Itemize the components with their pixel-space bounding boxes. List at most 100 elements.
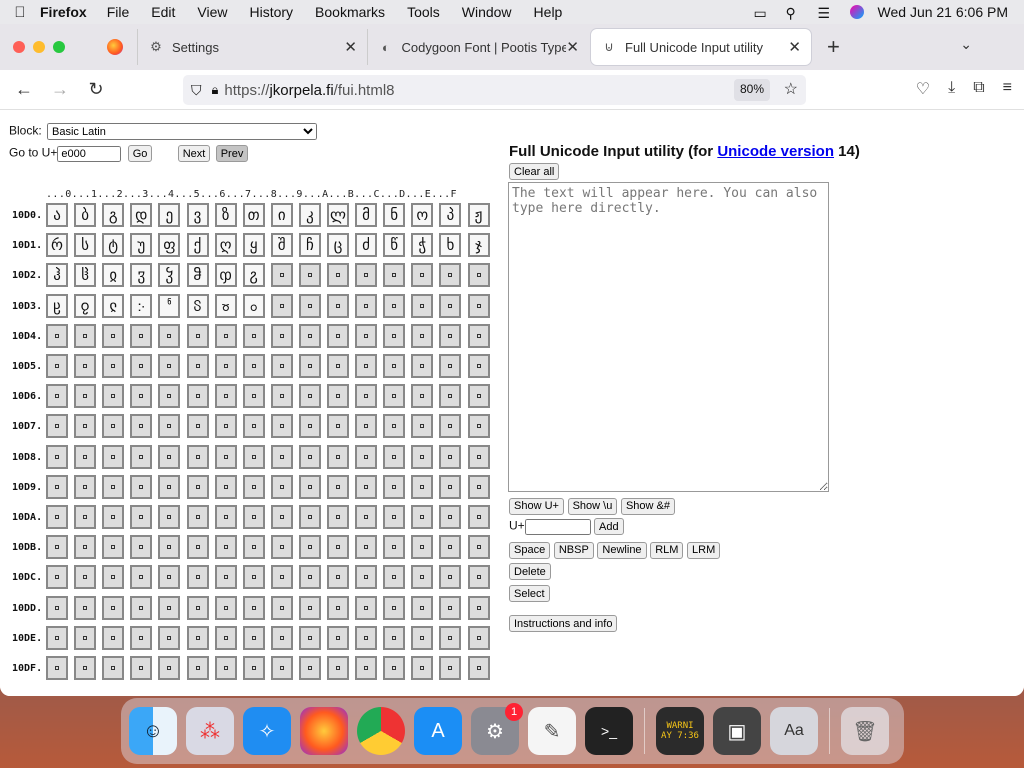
char-cell[interactable]: თ: [242, 203, 265, 227]
char-cell[interactable]: ჿ: [242, 293, 265, 318]
char-cell[interactable]: [355, 354, 378, 378]
char-cell[interactable]: [270, 384, 293, 409]
text-output-area[interactable]: [508, 182, 829, 492]
menu-edit[interactable]: Edit: [151, 4, 175, 20]
char-cell[interactable]: [214, 444, 237, 469]
char-cell[interactable]: [383, 656, 406, 680]
char-cell[interactable]: [411, 595, 434, 620]
char-cell[interactable]: [242, 384, 265, 409]
char-cell[interactable]: ჟ: [467, 203, 490, 227]
char-cell[interactable]: [158, 535, 181, 560]
char-cell[interactable]: [327, 625, 349, 650]
char-cell[interactable]: [242, 354, 265, 378]
goto-input[interactable]: [57, 145, 122, 162]
char-cell[interactable]: ჻: [130, 293, 153, 318]
char-cell[interactable]: [46, 595, 68, 620]
char-cell[interactable]: ძ: [355, 233, 378, 258]
trash-icon[interactable]: 🗑︎: [841, 707, 889, 755]
char-cell[interactable]: [298, 535, 321, 560]
char-cell[interactable]: [411, 444, 434, 469]
char-cell[interactable]: [270, 625, 293, 650]
char-cell[interactable]: [298, 414, 321, 439]
char-cell[interactable]: [214, 323, 237, 348]
char-cell[interactable]: [214, 474, 237, 499]
screenshot-icon[interactable]: ▣: [713, 707, 761, 755]
char-cell[interactable]: [411, 505, 434, 529]
char-cell[interactable]: [383, 625, 406, 650]
char-cell[interactable]: [439, 625, 462, 650]
show-uplus-button[interactable]: Show U+: [509, 497, 564, 515]
char-cell[interactable]: [46, 323, 68, 348]
char-cell[interactable]: [439, 535, 462, 560]
char-cell[interactable]: [242, 625, 265, 650]
char-cell[interactable]: ჴ: [158, 263, 181, 288]
char-cell[interactable]: [270, 293, 293, 318]
char-cell[interactable]: [439, 293, 462, 318]
lrm-button[interactable]: LRM: [687, 541, 721, 559]
char-cell[interactable]: [130, 323, 153, 348]
char-cell[interactable]: [411, 565, 434, 590]
char-cell[interactable]: წ: [383, 233, 406, 258]
char-cell[interactable]: [411, 293, 434, 318]
char-cell[interactable]: ზ: [214, 203, 237, 227]
show-entity-button[interactable]: Show &#: [620, 497, 675, 515]
char-cell[interactable]: [102, 474, 125, 499]
menu-tools[interactable]: Tools: [407, 4, 440, 20]
chrome-icon[interactable]: [357, 707, 405, 755]
char-cell[interactable]: [355, 595, 378, 620]
char-cell[interactable]: ჶ: [214, 263, 237, 288]
app-menu[interactable]: Firefox: [40, 4, 87, 20]
char-cell[interactable]: [74, 414, 97, 439]
char-cell[interactable]: [158, 565, 181, 590]
char-cell[interactable]: ქ: [186, 233, 209, 258]
char-cell[interactable]: ჹ: [74, 293, 97, 318]
char-cell[interactable]: [467, 263, 490, 288]
char-cell[interactable]: [327, 535, 349, 560]
show-backslash-u-button[interactable]: Show \u: [567, 497, 618, 515]
char-cell[interactable]: დ: [130, 203, 153, 227]
char-cell[interactable]: [46, 505, 68, 529]
char-cell[interactable]: [74, 444, 97, 469]
space-button[interactable]: Space: [509, 541, 551, 559]
char-cell[interactable]: ჲ: [102, 263, 125, 288]
char-cell[interactable]: [158, 414, 181, 439]
char-cell[interactable]: [298, 505, 321, 529]
char-cell[interactable]: [270, 595, 293, 620]
char-cell[interactable]: [130, 625, 153, 650]
char-cell[interactable]: ვ: [186, 203, 209, 227]
char-cell[interactable]: [46, 474, 68, 499]
system-settings-icon[interactable]: ⚙ 1: [471, 703, 523, 755]
char-cell[interactable]: [130, 656, 153, 680]
char-cell[interactable]: [467, 444, 490, 469]
char-cell[interactable]: [186, 625, 209, 650]
char-cell[interactable]: [439, 384, 462, 409]
char-cell[interactable]: [439, 414, 462, 439]
char-cell[interactable]: [383, 293, 406, 318]
char-cell[interactable]: [355, 474, 378, 499]
char-cell[interactable]: [74, 625, 97, 650]
char-cell[interactable]: ხ: [439, 233, 462, 258]
char-cell[interactable]: [270, 565, 293, 590]
char-cell[interactable]: [298, 263, 321, 288]
char-cell[interactable]: [74, 505, 97, 529]
char-cell[interactable]: [158, 474, 181, 499]
char-cell[interactable]: [102, 565, 125, 590]
instructions-button[interactable]: Instructions and info: [509, 615, 618, 632]
char-cell[interactable]: [411, 354, 434, 378]
downloads-icon[interactable]: ⤓: [948, 79, 955, 99]
back-button[interactable]: ←: [6, 79, 42, 100]
char-cell[interactable]: [74, 535, 97, 560]
char-cell[interactable]: [298, 565, 321, 590]
char-cell[interactable]: ო: [411, 203, 434, 227]
char-cell[interactable]: [355, 263, 378, 288]
menu-bookmarks[interactable]: Bookmarks: [315, 4, 385, 20]
char-cell[interactable]: ჳ: [130, 263, 153, 288]
char-cell[interactable]: [214, 414, 237, 439]
char-cell[interactable]: [467, 414, 490, 439]
char-cell[interactable]: [102, 595, 125, 620]
char-cell[interactable]: [298, 625, 321, 650]
char-cell[interactable]: [214, 656, 237, 680]
close-tab-icon[interactable]: ✕: [566, 38, 579, 56]
char-cell[interactable]: [102, 444, 125, 469]
char-cell[interactable]: [130, 565, 153, 590]
